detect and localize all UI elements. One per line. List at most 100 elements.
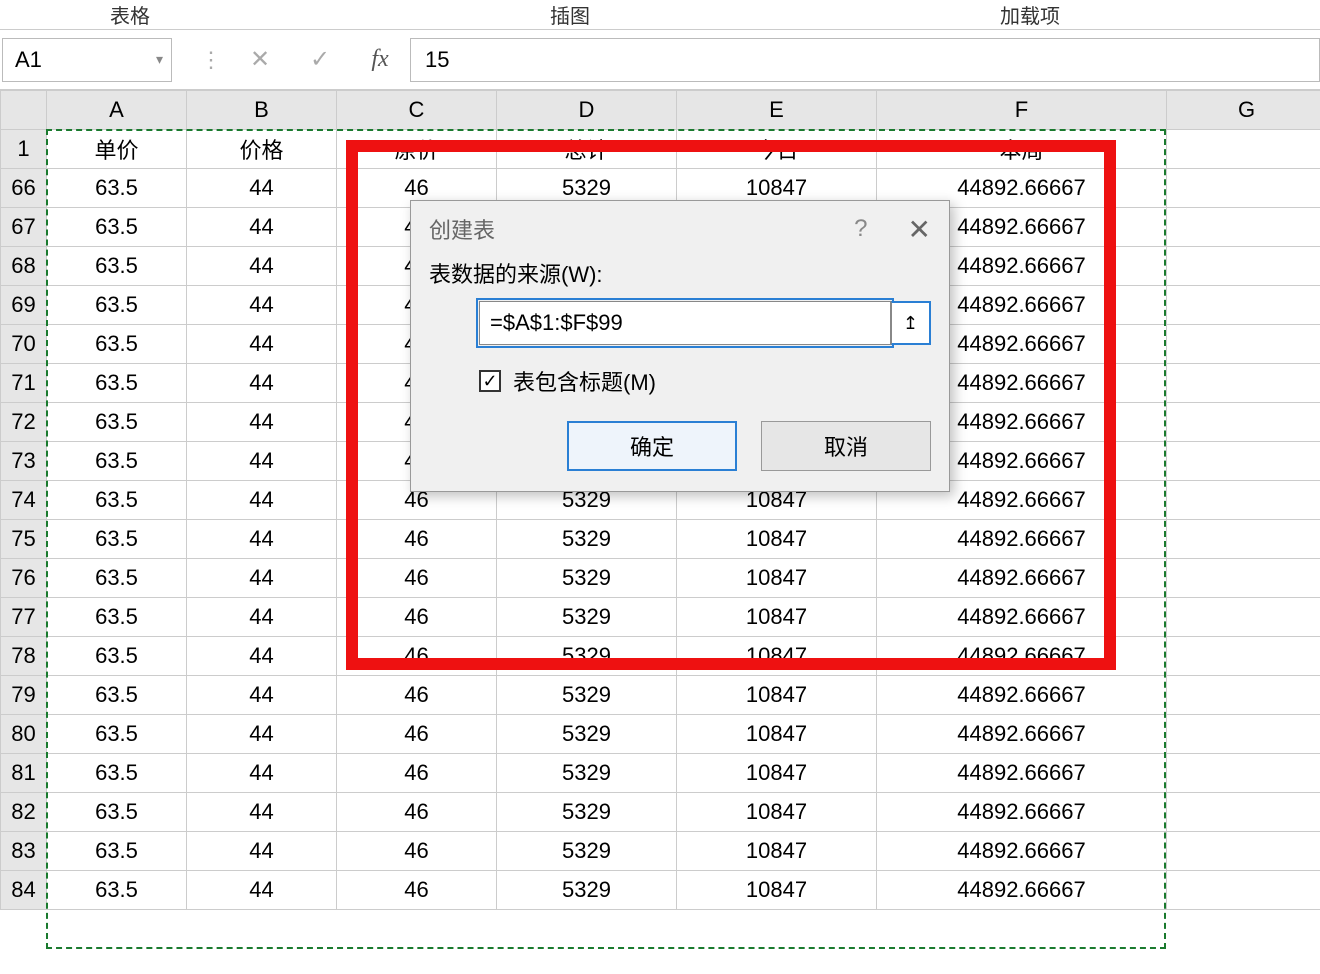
cell[interactable]: 44 (187, 364, 337, 403)
cell[interactable] (1167, 793, 1320, 832)
cell[interactable]: 44 (187, 442, 337, 481)
cell[interactable]: 10847 (677, 754, 877, 793)
row-header[interactable]: 67 (1, 208, 47, 247)
cell[interactable]: 44 (187, 871, 337, 910)
cell[interactable]: 总计 (497, 130, 677, 169)
cell[interactable] (1167, 325, 1320, 364)
cell[interactable] (1167, 442, 1320, 481)
cell[interactable]: 44 (187, 676, 337, 715)
cell[interactable]: 单价 (47, 130, 187, 169)
cell[interactable]: 44 (187, 793, 337, 832)
cell[interactable] (1167, 130, 1320, 169)
cell[interactable]: 44 (187, 715, 337, 754)
row-header[interactable]: 66 (1, 169, 47, 208)
row-header[interactable]: 76 (1, 559, 47, 598)
cell[interactable]: 44 (187, 637, 337, 676)
ribbon-tab-tables[interactable]: 表格 (0, 0, 260, 29)
cell[interactable]: 价格 (187, 130, 337, 169)
cell[interactable]: 63.5 (47, 637, 187, 676)
cell[interactable]: 10847 (677, 715, 877, 754)
cell[interactable]: 63.5 (47, 403, 187, 442)
cell[interactable]: 44 (187, 325, 337, 364)
cell[interactable]: 63.5 (47, 676, 187, 715)
cell[interactable]: 10847 (677, 598, 877, 637)
dialog-ok-button[interactable]: 确定 (567, 421, 737, 471)
row-header[interactable]: 74 (1, 481, 47, 520)
cell[interactable]: 44 (187, 559, 337, 598)
cell[interactable]: 5329 (497, 676, 677, 715)
cell[interactable]: 46 (337, 754, 497, 793)
cell[interactable]: 46 (337, 520, 497, 559)
cell[interactable]: 63.5 (47, 442, 187, 481)
row-header[interactable]: 80 (1, 715, 47, 754)
cell[interactable] (1167, 754, 1320, 793)
cell[interactable]: 10847 (677, 559, 877, 598)
cell[interactable]: 44892.66667 (877, 598, 1167, 637)
cell[interactable]: 46 (337, 793, 497, 832)
cell[interactable]: 44 (187, 403, 337, 442)
cell[interactable]: 63.5 (47, 208, 187, 247)
cell[interactable] (1167, 637, 1320, 676)
cell[interactable]: 44892.66667 (877, 559, 1167, 598)
cell[interactable]: 5329 (497, 559, 677, 598)
cell[interactable]: 原价 (337, 130, 497, 169)
cell[interactable]: 本周 (877, 130, 1167, 169)
col-header-A[interactable]: A (47, 91, 187, 130)
dialog-collapse-button[interactable]: ↥ (891, 301, 931, 345)
row-header[interactable]: 81 (1, 754, 47, 793)
cell[interactable] (1167, 286, 1320, 325)
name-box[interactable]: A1 ▾ (2, 38, 172, 82)
row-header[interactable]: 78 (1, 637, 47, 676)
select-all-corner[interactable] (1, 91, 47, 130)
row-header[interactable]: 84 (1, 871, 47, 910)
cell[interactable]: 5329 (497, 871, 677, 910)
cell[interactable]: 46 (337, 715, 497, 754)
dialog-help-button[interactable]: ? (854, 215, 867, 243)
cell[interactable] (1167, 403, 1320, 442)
cell[interactable]: 44892.66667 (877, 754, 1167, 793)
cell[interactable]: 63.5 (47, 247, 187, 286)
cell[interactable]: 44892.66667 (877, 676, 1167, 715)
cell[interactable]: 44892.66667 (877, 832, 1167, 871)
cell[interactable]: 46 (337, 871, 497, 910)
cell[interactable] (1167, 715, 1320, 754)
cell[interactable]: 63.5 (47, 169, 187, 208)
cell[interactable]: 44 (187, 832, 337, 871)
cell[interactable]: 44 (187, 754, 337, 793)
cell[interactable] (1167, 676, 1320, 715)
formula-cancel-button[interactable]: ✕ (230, 38, 290, 82)
cell[interactable] (1167, 559, 1320, 598)
cell[interactable]: 63.5 (47, 715, 187, 754)
col-header-C[interactable]: C (337, 91, 497, 130)
cell[interactable] (1167, 832, 1320, 871)
cell[interactable] (1167, 208, 1320, 247)
cell[interactable]: 10847 (677, 832, 877, 871)
row-header[interactable]: 72 (1, 403, 47, 442)
cell[interactable]: 10847 (677, 676, 877, 715)
cell[interactable]: 63.5 (47, 793, 187, 832)
cell[interactable]: 44 (187, 520, 337, 559)
dialog-has-headers-checkbox[interactable]: ✓ (479, 370, 501, 392)
row-header[interactable]: 68 (1, 247, 47, 286)
cell[interactable]: 44 (187, 169, 337, 208)
col-header-F[interactable]: F (877, 91, 1167, 130)
cell[interactable]: 63.5 (47, 754, 187, 793)
formula-input[interactable]: 15 (410, 38, 1320, 82)
cell[interactable]: 63.5 (47, 520, 187, 559)
name-box-dropdown-icon[interactable]: ▾ (156, 51, 163, 68)
formula-enter-button[interactable]: ✓ (290, 38, 350, 82)
insert-function-button[interactable]: fx (350, 38, 410, 82)
cell[interactable]: 10847 (677, 871, 877, 910)
cell[interactable]: 10847 (677, 520, 877, 559)
cell[interactable]: 46 (337, 637, 497, 676)
ribbon-tab-addins[interactable]: 加载项 (880, 0, 1180, 29)
cell[interactable]: 63.5 (47, 598, 187, 637)
cell[interactable]: 44892.66667 (877, 520, 1167, 559)
cell[interactable]: 63.5 (47, 364, 187, 403)
row-header[interactable]: 73 (1, 442, 47, 481)
col-header-E[interactable]: E (677, 91, 877, 130)
cell[interactable] (1167, 169, 1320, 208)
row-header[interactable]: 71 (1, 364, 47, 403)
row-header[interactable]: 75 (1, 520, 47, 559)
cell[interactable]: 44892.66667 (877, 793, 1167, 832)
